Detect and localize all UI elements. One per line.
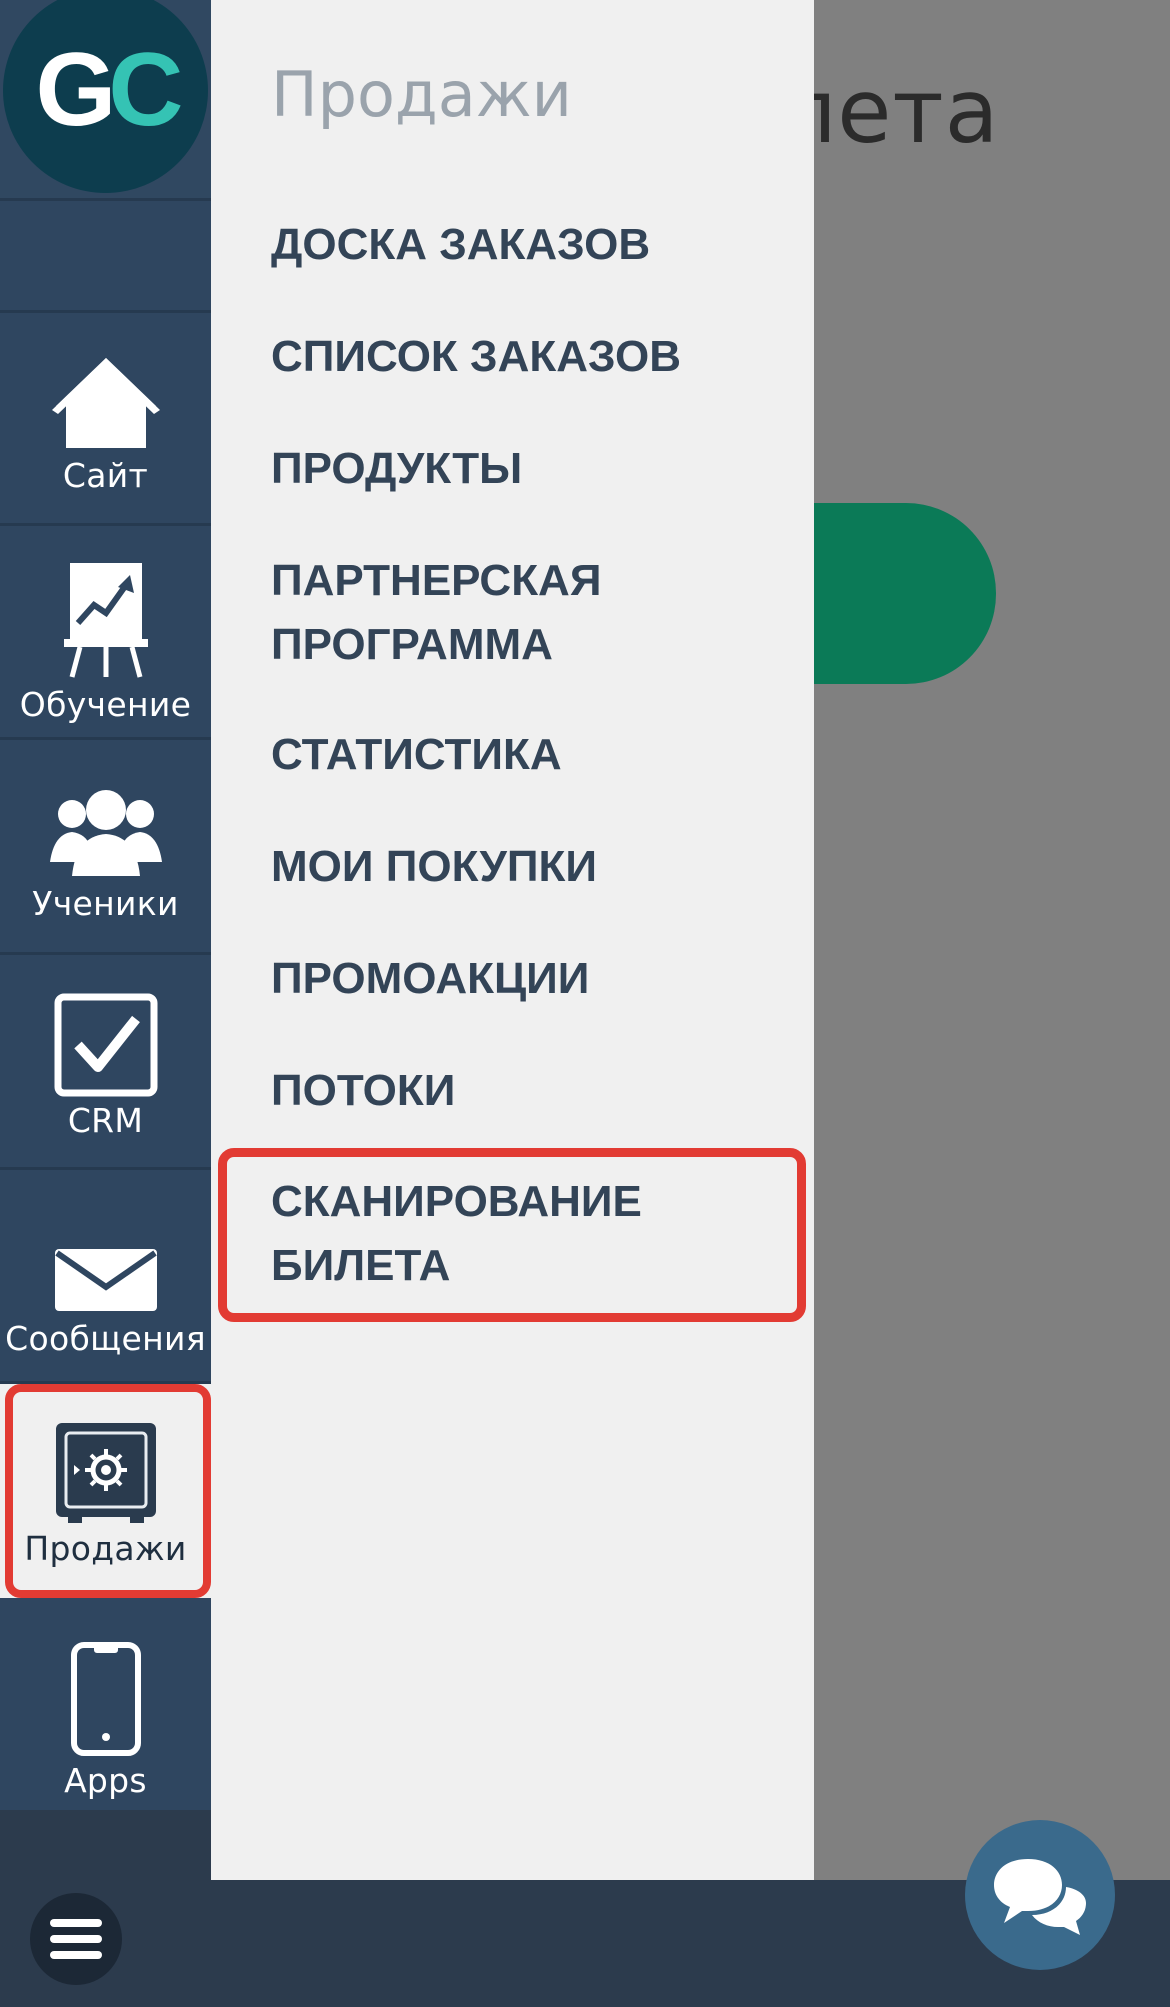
- hamburger-line: [50, 1919, 102, 1927]
- menu-item-products[interactable]: ПРОДУКТЫ: [271, 437, 791, 501]
- hamburger-line: [50, 1935, 102, 1943]
- sales-menu-panel: Продажи ДОСКА ЗАКАЗОВ СПИСОК ЗАКАЗОВ ПРО…: [211, 0, 814, 1880]
- hamburger-line: [50, 1951, 102, 1959]
- hamburger-menu-button[interactable]: [30, 1893, 122, 1985]
- sidebar-item-students[interactable]: Ученики: [0, 740, 211, 923]
- sidebar-item-apps[interactable]: Apps: [0, 1600, 211, 1800]
- sidebar-divider: [0, 198, 211, 201]
- sidebar-item-crm[interactable]: CRM: [0, 955, 211, 1140]
- users-icon: [49, 790, 162, 876]
- sidebar-item-label: Сообщения: [5, 1319, 206, 1358]
- menu-item-partner-program[interactable]: ПАРТНЕРСКАЯ ПРОГРАММА: [271, 549, 651, 677]
- menu-item-orders-board[interactable]: ДОСКА ЗАКАЗОВ: [271, 213, 791, 277]
- checkbox-icon: [54, 993, 157, 1097]
- menu-item-streams[interactable]: ПОТОКИ: [271, 1059, 791, 1123]
- presentation-chart-icon: [63, 563, 148, 678]
- sidebar-item-label: Обучение: [19, 685, 192, 724]
- sidebar-item-learning[interactable]: Обучение: [0, 526, 211, 724]
- menu-item-promotions[interactable]: ПРОМОАКЦИИ: [271, 947, 791, 1011]
- menu-item-statistics[interactable]: СТАТИСТИКА: [271, 723, 791, 787]
- menu-title: Продажи: [271, 58, 572, 131]
- menu-item-my-purchases[interactable]: МОИ ПОКУПКИ: [271, 835, 791, 899]
- sidebar-highlight-frame: [5, 1384, 211, 1598]
- sidebar-item-label: Apps: [64, 1761, 147, 1800]
- logo[interactable]: GC: [3, 0, 208, 193]
- chat-bubbles-icon: [994, 1859, 1086, 1935]
- logo-cell: GC: [0, 0, 211, 198]
- sidebar-item-site[interactable]: Сайт: [0, 313, 211, 495]
- menu-item-orders-list[interactable]: СПИСОК ЗАКАЗОВ: [271, 325, 791, 389]
- sidebar-item-label: Ученики: [32, 884, 179, 923]
- sidebar-item-label: CRM: [67, 1101, 144, 1140]
- chat-button[interactable]: [965, 1820, 1115, 1970]
- smartphone-icon: [70, 1642, 141, 1756]
- home-icon: [51, 358, 160, 448]
- envelope-icon: [54, 1249, 157, 1311]
- sidebar-item-label: Сайт: [62, 456, 149, 495]
- menu-highlight-frame: [218, 1148, 806, 1322]
- sidebar-item-messages[interactable]: Сообщения: [0, 1170, 211, 1358]
